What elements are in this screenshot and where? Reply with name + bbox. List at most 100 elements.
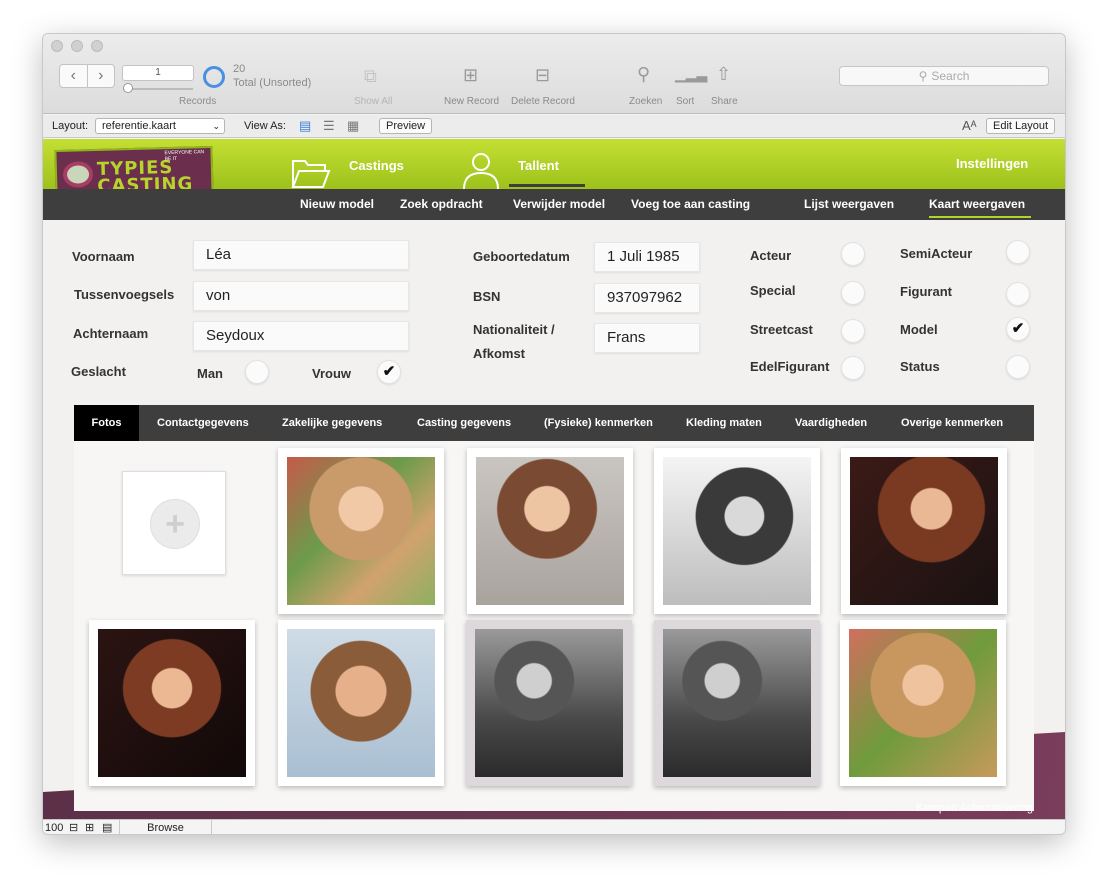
photo-thumbnail[interactable] — [278, 448, 444, 614]
geslacht-label: Geslacht — [71, 364, 126, 379]
photo-thumbnail[interactable] — [654, 448, 820, 614]
table-view-icon[interactable]: ▦ — [347, 118, 359, 134]
tussenvoegsels-field[interactable]: von — [193, 281, 409, 311]
tab-contactgegevens[interactable]: Contactgegevens — [157, 405, 249, 441]
tab-fotos[interactable]: Fotos — [74, 405, 139, 441]
zoom-level[interactable]: 100 — [45, 822, 63, 834]
photo-thumbnail[interactable] — [841, 448, 1007, 614]
semiacteur-toggle[interactable] — [1006, 240, 1030, 264]
chevron-down-icon: ⌄ — [212, 121, 220, 131]
subnav-kaart-weergaven[interactable]: Kaart weergaven — [929, 197, 1025, 211]
close-window-button[interactable] — [51, 40, 63, 52]
new-record-icon: ⊞ — [463, 65, 479, 85]
add-photo-button[interactable]: + — [122, 471, 226, 575]
voornaam-label: Voornaam — [72, 249, 135, 264]
subnav-lijst-weergaven[interactable]: Lijst weergaven — [804, 197, 894, 211]
vrouw-label: Vrouw — [312, 366, 352, 381]
subnav-nieuw-model[interactable]: Nieuw model — [300, 197, 374, 211]
sort-button[interactable]: Sort — [676, 96, 694, 107]
layout-bar: Layout: referentie.kaart ⌄ View As: ▤ ☰ … — [43, 115, 1065, 138]
geboortedatum-label: Geboortedatum — [473, 249, 570, 264]
subnav-zoek-opdracht[interactable]: Zoek opdracht — [400, 197, 483, 211]
previous-record-button[interactable]: ‹ — [60, 65, 88, 87]
figurant-toggle[interactable] — [1006, 282, 1030, 306]
person-icon — [463, 153, 499, 189]
record-slider-knob[interactable] — [123, 83, 133, 93]
photo-thumbnail[interactable] — [467, 448, 633, 614]
delete-record-icon: ⊟ — [535, 65, 551, 85]
tab-casting-gegevens[interactable]: Casting gegevens — [417, 405, 511, 441]
voornaam-field[interactable]: Léa — [193, 240, 409, 270]
subnav-verwijder-model[interactable]: Verwijder model — [513, 197, 605, 211]
edelfigurant-toggle[interactable] — [841, 356, 865, 380]
figurant-label: Figurant — [900, 284, 952, 299]
share-icon: ⇧ — [716, 64, 732, 84]
sort-icon: ▁▂▃ — [675, 66, 708, 82]
tab-fysieke-kenmerken[interactable]: (Fysieke) kenmerken — [544, 405, 653, 441]
tab-kleding-maten[interactable]: Kleding maten — [686, 405, 762, 441]
geboortedatum-field[interactable]: 1 Juli 1985 — [594, 242, 700, 272]
subnav-active-indicator — [929, 216, 1031, 218]
streetcast-toggle[interactable] — [841, 319, 865, 343]
zoeken-button[interactable]: Zoeken — [629, 96, 662, 107]
preview-button[interactable]: Preview — [379, 118, 433, 134]
zoom-window-button[interactable] — [91, 40, 103, 52]
delete-record-button[interactable]: Delete Record — [511, 96, 575, 107]
status-toggle[interactable] — [1006, 355, 1030, 379]
tab-overige-kenmerken[interactable]: Overige kenmerken — [901, 405, 1003, 441]
acteur-toggle[interactable] — [841, 242, 865, 266]
photo-thumbnail[interactable] — [89, 620, 255, 786]
nav-active-indicator — [509, 184, 585, 187]
total-count: 20 — [233, 63, 246, 75]
layout-select-value: referentie.kaart — [102, 120, 176, 132]
mode-indicator[interactable]: Browse — [119, 820, 212, 834]
new-record-button[interactable]: New Record — [444, 96, 499, 107]
nationaliteit-label: Nationaliteit / — [473, 322, 555, 337]
photo-thumbnail[interactable] — [840, 620, 1006, 786]
man-toggle[interactable] — [245, 360, 269, 384]
photo-thumbnail[interactable] — [654, 620, 820, 786]
nav-tallent[interactable]: Tallent — [518, 158, 559, 173]
plus-icon: + — [150, 499, 200, 549]
bsn-label: BSN — [473, 289, 501, 304]
zoom-in-icon[interactable]: ⊞ — [85, 821, 94, 834]
toggle-status-area-icon[interactable]: ▤ — [102, 821, 112, 834]
layout-content: TYPIES CASTING EVERYONE CAN BE IT Castin… — [43, 139, 1065, 819]
photo-image — [476, 457, 624, 605]
achternaam-field[interactable]: Seydoux — [193, 321, 409, 351]
vrouw-toggle[interactable]: ✔ — [377, 360, 401, 384]
sub-navigation: Nieuw model Zoek opdracht Verwijder mode… — [43, 189, 1065, 220]
subnav-voeg-toe-aan-casting[interactable]: Voeg toe aan casting — [631, 197, 750, 211]
zoom-out-icon[interactable]: ⊟ — [69, 821, 78, 834]
show-all-icon: ⧉ — [364, 66, 377, 86]
list-view-icon[interactable]: ☰ — [323, 118, 335, 134]
share-button[interactable]: Share — [711, 96, 738, 107]
layout-select[interactable]: referentie.kaart ⌄ — [95, 118, 225, 134]
minimize-window-button[interactable] — [71, 40, 83, 52]
next-record-button[interactable]: › — [88, 65, 115, 87]
photo-image — [849, 629, 997, 777]
photo-image — [475, 629, 623, 777]
layout-label: Layout: — [52, 120, 89, 132]
nav-instellingen[interactable]: Instellingen — [956, 156, 1028, 171]
record-slider[interactable] — [123, 83, 193, 93]
model-toggle[interactable]: ✔ — [1006, 317, 1030, 341]
edit-layout-button[interactable]: Edit Layout — [986, 118, 1056, 134]
acteur-label: Acteur — [750, 248, 792, 263]
nav-castings[interactable]: Castings — [349, 158, 404, 173]
show-all-button[interactable]: Show All — [354, 96, 392, 107]
font-size-icon[interactable]: Aᴬ — [962, 118, 977, 133]
bsn-field[interactable]: 937097962 — [594, 283, 700, 313]
special-toggle[interactable] — [841, 281, 865, 305]
tab-vaardigheden[interactable]: Vaardigheden — [795, 405, 867, 441]
search-icon: ⚲ — [918, 69, 928, 83]
record-number-field[interactable]: 1 — [122, 65, 194, 81]
photo-thumbnail[interactable] — [466, 620, 632, 786]
photo-image — [98, 629, 246, 777]
photo-thumbnail[interactable] — [278, 620, 444, 786]
logo-tagline: EVERYONE CAN BE IT — [164, 149, 205, 163]
search-input[interactable]: ⚲ Search — [839, 66, 1049, 86]
form-view-icon[interactable]: ▤ — [299, 118, 311, 134]
nationaliteit-field[interactable]: Frans — [594, 323, 700, 353]
tab-zakelijke-gegevens[interactable]: Zakelijke gegevens — [282, 405, 382, 441]
